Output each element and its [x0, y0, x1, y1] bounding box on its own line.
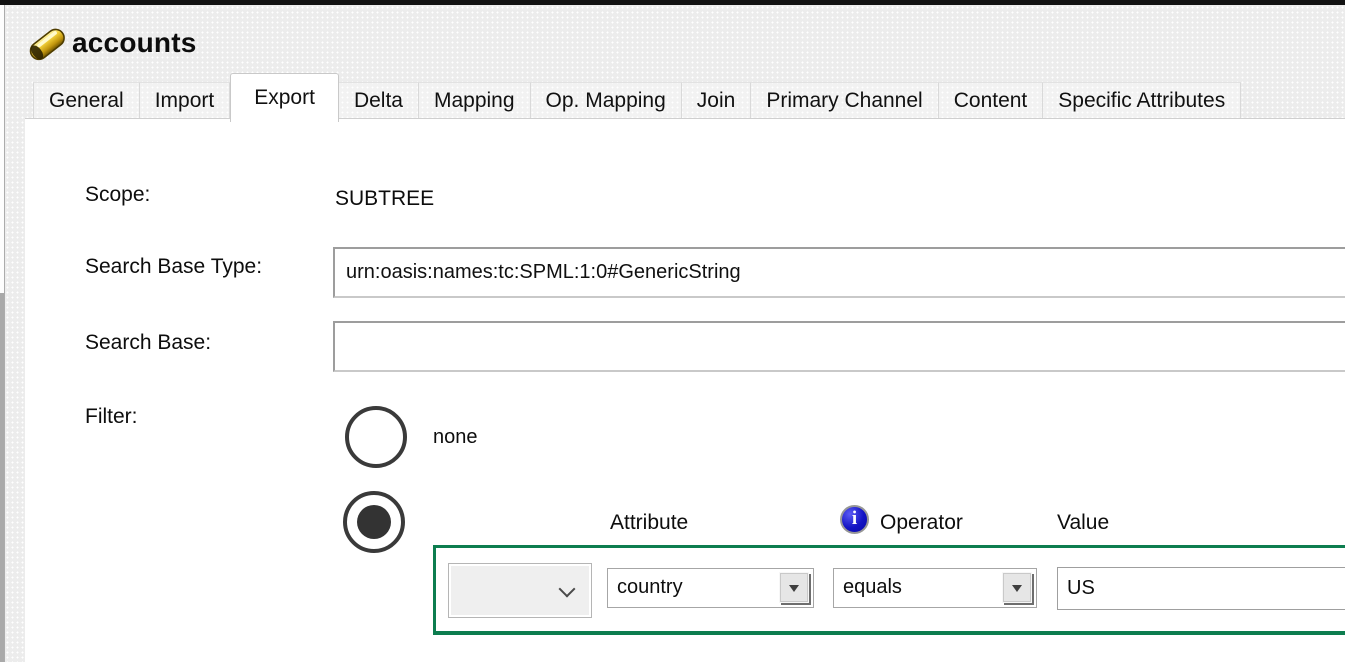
tab-content[interactable]: Content: [939, 82, 1044, 118]
operator-dropdown-button[interactable]: [1002, 572, 1032, 603]
tab-specific-attributes[interactable]: Specific Attributes: [1043, 82, 1241, 118]
tab-primary-channel[interactable]: Primary Channel: [751, 82, 938, 118]
pipe-connector-icon: [26, 22, 68, 66]
tab-op-mapping[interactable]: Op. Mapping: [531, 82, 682, 118]
tab-join[interactable]: Join: [682, 82, 752, 118]
channel-config-screen: accounts General Import Export Delta Map…: [0, 0, 1345, 662]
filter-label: Filter:: [85, 405, 138, 429]
operator-column-header: Operator: [880, 511, 963, 535]
filter-scope-dropdown[interactable]: [448, 563, 592, 618]
attribute-dropdown-button[interactable]: [779, 572, 809, 603]
operator-dropdown[interactable]: equals: [833, 568, 1037, 608]
operator-dropdown-value: equals: [843, 576, 902, 599]
tab-export[interactable]: Export: [230, 73, 339, 122]
tab-mapping[interactable]: Mapping: [419, 82, 531, 118]
scope-value: SUBTREE: [335, 187, 434, 211]
tab-bar: General Import Export Delta Mapping Op. …: [33, 82, 1241, 118]
page-title: accounts: [72, 27, 197, 59]
search-base-type-input[interactable]: [333, 247, 1345, 298]
scope-label: Scope:: [85, 183, 150, 207]
arrow-down-icon: [1012, 585, 1022, 592]
tab-general[interactable]: General: [33, 82, 140, 118]
filter-value-input[interactable]: [1057, 567, 1345, 610]
attribute-dropdown[interactable]: country: [607, 568, 814, 608]
info-icon[interactable]: i: [840, 505, 869, 534]
arrow-down-icon: [789, 585, 799, 592]
tab-import[interactable]: Import: [140, 82, 231, 118]
chevron-down-icon: [559, 581, 576, 598]
search-base-label: Search Base:: [85, 331, 211, 355]
attribute-dropdown-value: country: [617, 576, 683, 599]
left-scrollbar[interactable]: [0, 5, 5, 662]
scrollbar-thumb[interactable]: [0, 293, 4, 662]
top-border-bar: [0, 0, 1345, 5]
filter-attribute-radio[interactable]: [343, 491, 405, 553]
search-base-type-label: Search Base Type:: [85, 255, 262, 279]
tab-delta[interactable]: Delta: [339, 82, 419, 118]
filter-none-label[interactable]: none: [433, 426, 478, 449]
search-base-input[interactable]: [333, 321, 1345, 372]
filter-none-radio[interactable]: [345, 406, 407, 468]
value-column-header: Value: [1057, 511, 1109, 535]
attribute-column-header: Attribute: [610, 511, 688, 535]
